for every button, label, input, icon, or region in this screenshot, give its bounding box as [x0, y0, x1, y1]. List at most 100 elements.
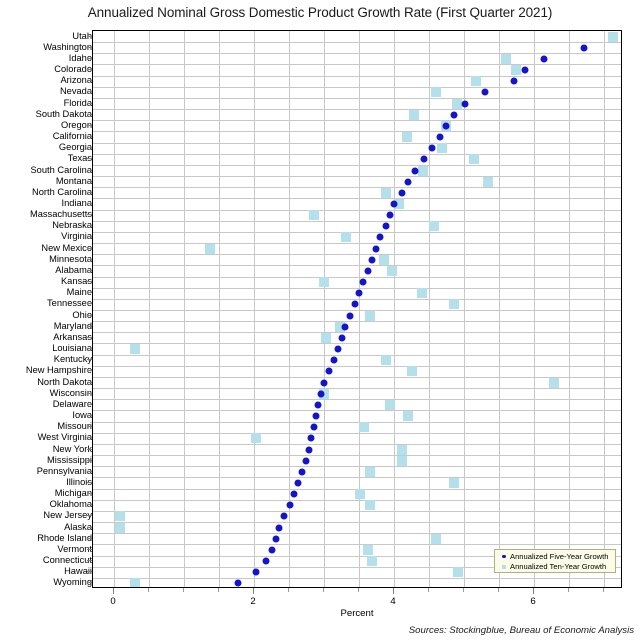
gridline-horizontal	[93, 42, 621, 44]
x-axis-tick-minor	[183, 588, 185, 592]
data-point-five-year	[411, 167, 419, 174]
data-point-five-year	[355, 289, 363, 297]
data-point-ten-year	[468, 154, 479, 165]
data-point-ten-year	[437, 143, 448, 154]
y-axis-tick-label: New Hampshire	[25, 365, 92, 376]
data-point-ten-year	[549, 377, 560, 388]
x-axis-tick-minor	[603, 588, 605, 592]
data-point-five-year	[325, 367, 333, 375]
x-axis-title: Percent	[340, 608, 374, 619]
data-point-ten-year	[384, 399, 395, 410]
data-point-five-year	[268, 546, 276, 554]
gridline-horizontal	[93, 220, 621, 222]
y-axis-tick-label: Connecticut	[42, 555, 92, 566]
gridline-horizontal	[93, 421, 621, 423]
data-point-five-year	[252, 568, 260, 576]
gridline-horizontal	[93, 365, 621, 367]
x-axis-tick-major	[533, 588, 535, 594]
gridline-horizontal	[93, 310, 621, 311]
gridline-horizontal	[93, 176, 621, 178]
data-point-five-year	[461, 100, 469, 108]
gridline-vertical	[394, 31, 396, 587]
data-point-five-year	[302, 457, 310, 465]
gridline-vertical	[569, 31, 571, 587]
data-point-five-year	[364, 267, 372, 275]
data-point-ten-year	[115, 522, 126, 533]
data-point-five-year	[290, 490, 298, 498]
chart-title: Annualized Nominal Gross Domestic Produc…	[87, 5, 553, 20]
y-axis-tick-label: North Dakota	[37, 376, 92, 387]
y-axis-tick-label: Oklahoma	[49, 499, 92, 510]
x-axis-tick-label: 2	[250, 596, 256, 607]
data-point-five-year	[351, 300, 359, 308]
gridline-horizontal	[93, 321, 621, 323]
gridline-horizontal	[93, 231, 621, 233]
data-point-ten-year	[409, 109, 420, 120]
data-point-ten-year	[403, 411, 414, 422]
data-point-five-year	[262, 557, 270, 565]
plot-area	[92, 30, 622, 588]
y-axis-tick-label: South Carolina	[30, 164, 92, 175]
data-point-five-year	[372, 245, 380, 253]
data-point-ten-year	[417, 288, 428, 299]
data-point-ten-year	[365, 310, 376, 321]
x-axis-tick-label: 0	[110, 596, 116, 607]
gdp-growth-scatter-chart: Annualized Nominal Gross Domestic Produc…	[0, 0, 640, 640]
legend-item-ten-year: Annualized Ten-Year Growth	[498, 562, 612, 571]
gridline-horizontal	[93, 75, 621, 77]
data-point-five-year	[280, 512, 288, 520]
legend-item-five-year: Annualized Five-Year Growth	[498, 552, 612, 561]
gridline-horizontal	[93, 120, 621, 122]
data-point-five-year	[275, 524, 283, 532]
gridline-horizontal	[93, 254, 621, 256]
gridline-horizontal	[93, 388, 621, 390]
gridline-horizontal	[93, 109, 621, 111]
x-axis-tick-major	[253, 588, 255, 594]
data-point-five-year	[398, 189, 406, 197]
gridline-horizontal	[93, 499, 621, 501]
gridline-horizontal	[93, 298, 621, 300]
data-point-five-year	[317, 390, 325, 398]
gridline-horizontal	[93, 410, 621, 412]
data-point-five-year	[382, 222, 390, 230]
y-axis-tick-label: North Carolina	[32, 186, 92, 197]
data-point-five-year	[346, 312, 354, 320]
gridline-horizontal	[93, 131, 621, 133]
gridline-horizontal	[93, 153, 621, 155]
source-note: Sources: Stockingblue, Bureau of Economi…	[408, 625, 634, 636]
data-point-five-year	[510, 77, 518, 85]
data-point-five-year	[359, 278, 367, 286]
gridline-horizontal	[93, 276, 621, 278]
data-point-five-year	[404, 178, 412, 186]
data-point-five-year	[320, 379, 328, 387]
data-point-five-year	[386, 211, 394, 219]
x-axis-tick-minor	[428, 588, 430, 592]
data-point-ten-year	[449, 299, 460, 310]
gridline-vertical	[219, 31, 221, 587]
data-point-five-year	[341, 323, 349, 331]
gridline-horizontal	[93, 332, 621, 334]
data-point-five-year	[307, 434, 315, 442]
gridline-horizontal	[93, 466, 621, 468]
y-axis-tick-label: Minnesota	[49, 253, 92, 264]
data-point-five-year	[521, 66, 529, 74]
data-point-ten-year	[251, 433, 262, 444]
x-axis-tick-major	[113, 588, 114, 594]
data-point-ten-year	[608, 31, 619, 42]
y-axis-tick-label: South Dakota	[35, 108, 92, 119]
y-axis-tick-label: Pennsylvania	[36, 465, 92, 476]
data-point-ten-year	[381, 355, 392, 366]
x-axis-tick-minor	[358, 588, 360, 592]
data-point-five-year	[286, 501, 294, 509]
gridline-horizontal	[93, 455, 621, 457]
x-axis-tick-minor	[288, 588, 290, 592]
x-axis-tick-minor	[218, 588, 220, 592]
legend-label-five-year: Annualized Five-Year Growth	[510, 552, 609, 561]
x-axis-tick-major	[393, 588, 395, 594]
data-point-ten-year	[309, 210, 320, 221]
data-point-ten-year	[407, 366, 418, 377]
data-point-ten-year	[365, 500, 376, 511]
data-point-five-year	[330, 356, 338, 364]
gridline-horizontal	[93, 533, 621, 535]
data-point-five-year	[390, 200, 398, 208]
